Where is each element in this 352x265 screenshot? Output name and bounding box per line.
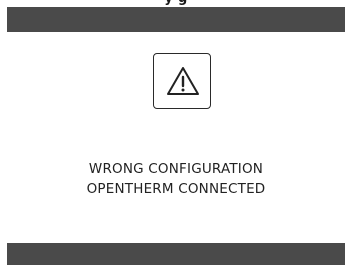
- header-bar: [7, 7, 345, 32]
- error-message-line-1: WRONG CONFIGURATION: [88, 161, 264, 177]
- warning-box: [153, 53, 211, 109]
- top-strip: y g: [0, 0, 352, 7]
- footer-bar: [7, 243, 345, 265]
- page-title: y g: [0, 0, 352, 6]
- warning-triangle-icon: [167, 67, 199, 95]
- error-message-line-2: OPENTHERM CONNECTED: [86, 181, 266, 197]
- screen-frame: y g WRONG CONFIGURATION OPENTHERM CONNEC…: [0, 0, 352, 265]
